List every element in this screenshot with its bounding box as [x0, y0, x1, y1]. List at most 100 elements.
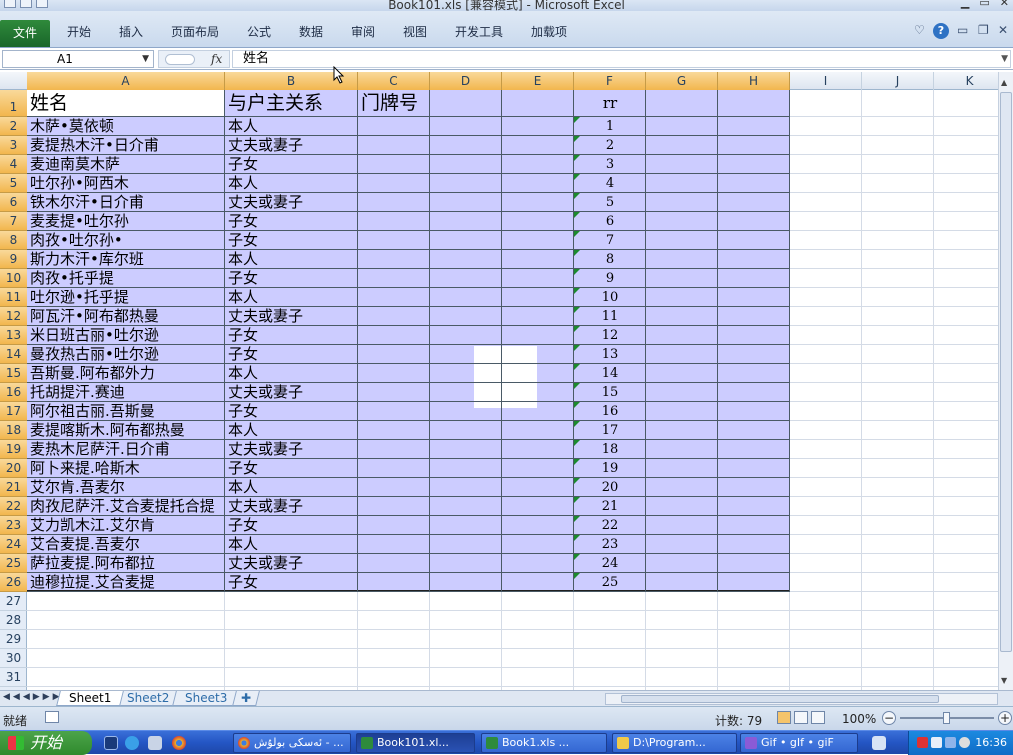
chrome-icon[interactable] — [172, 736, 186, 750]
row-header-27[interactable]: 27 — [0, 592, 27, 611]
cell-name[interactable]: 艾尔肯.吾麦尔 — [30, 478, 230, 497]
cell-name[interactable]: 吐尔逊•托乎提 — [30, 288, 230, 307]
cell-rr[interactable]: 8 — [574, 250, 646, 269]
taskbar-item-folder[interactable]: D:\Program... — [612, 733, 737, 753]
cell-name[interactable]: 麦提热木汗•日介甫 — [30, 136, 230, 155]
zoom-level[interactable]: 100% — [842, 712, 876, 726]
cell-relation[interactable]: 本人 — [228, 421, 258, 440]
cell-name[interactable]: 托胡提汗.赛迪 — [30, 383, 230, 402]
cell-name[interactable]: 迪穆拉提.艾合麦提 — [30, 573, 230, 592]
cell-rr[interactable]: 13 — [574, 345, 646, 364]
normal-view-icon[interactable] — [777, 711, 791, 724]
cell-name[interactable]: 麦迪南莫木萨 — [30, 155, 230, 174]
cell-relation[interactable]: 丈夫或妻子 — [228, 554, 303, 573]
cell-name[interactable]: 艾力凯木江.艾尔肯 — [30, 516, 230, 535]
cell-name[interactable]: 铁木尔汗•日介甫 — [30, 193, 230, 212]
row-header-2[interactable]: 2 — [0, 117, 27, 136]
white-cell-block[interactable] — [474, 346, 537, 408]
horizontal-scrollbar[interactable] — [605, 693, 998, 705]
page-break-view-icon[interactable] — [811, 711, 825, 724]
cell-rr[interactable]: 3 — [574, 155, 646, 174]
cell-name[interactable]: 吾斯曼.阿布都外力 — [30, 364, 230, 383]
macro-record-icon[interactable] — [45, 711, 59, 723]
row-header-9[interactable]: 9 — [0, 250, 27, 269]
cell-rr[interactable]: 1 — [574, 117, 646, 136]
cell-name[interactable]: 肉孜尼萨汗.艾合麦提托合提 — [30, 497, 230, 516]
column-header-j[interactable]: J — [862, 72, 934, 90]
cell-relation[interactable]: 本人 — [228, 117, 258, 136]
taskbar-item-chrome[interactable]: ئەسكى بولۇش - ... — [233, 733, 351, 753]
tab-page-layout[interactable]: 页面布局 — [171, 23, 219, 40]
cell-name[interactable]: 阿瓦汗•阿布都热曼 — [30, 307, 230, 326]
row-header-28[interactable]: 28 — [0, 611, 27, 630]
cell-relation[interactable]: 丈夫或妻子 — [228, 497, 303, 516]
tab-formulas[interactable]: 公式 — [247, 23, 271, 40]
row-header-23[interactable]: 23 — [0, 516, 27, 535]
workbook-close-icon[interactable]: ✕ — [998, 23, 1008, 37]
row-header-31[interactable]: 31 — [0, 668, 27, 687]
tab-data[interactable]: 数据 — [299, 23, 323, 40]
formula-input[interactable]: 姓名 ▼ — [232, 50, 1011, 68]
column-header-i[interactable]: I — [790, 72, 862, 90]
tab-addins[interactable]: 加载项 — [531, 23, 567, 40]
insert-function-icon[interactable]: fx — [211, 52, 222, 66]
cell-name[interactable]: 肉孜•吐尔孙• — [30, 231, 230, 250]
row-header-14[interactable]: 14 — [0, 345, 27, 364]
row-header-30[interactable]: 30 — [0, 649, 27, 668]
ie-icon[interactable] — [125, 736, 139, 750]
row-header-6[interactable]: 6 — [0, 193, 27, 212]
row-header-25[interactable]: 25 — [0, 554, 27, 573]
taskbar-item-book101[interactable]: Book101.xl... — [356, 733, 475, 753]
row-header-10[interactable]: 10 — [0, 269, 27, 288]
taskbar-item-gif[interactable]: Gif • gIf • giF — [740, 733, 858, 753]
horizontal-scroll-thumb[interactable] — [621, 695, 939, 703]
cell-name[interactable]: 萨拉麦提.阿布都拉 — [30, 554, 230, 573]
cell-rr[interactable]: 18 — [574, 440, 646, 459]
cell-rr[interactable]: 9 — [574, 269, 646, 288]
column-header-e[interactable]: E — [502, 72, 574, 90]
cell-relation[interactable]: 本人 — [228, 250, 258, 269]
row-header-18[interactable]: 18 — [0, 421, 27, 440]
cell-name[interactable]: 斯力木汗•库尔班 — [30, 250, 230, 269]
tab-view[interactable]: 视图 — [403, 23, 427, 40]
name-box[interactable]: A1 ▼ — [2, 50, 154, 68]
column-header-f[interactable]: F — [574, 72, 646, 90]
page-layout-view-icon[interactable] — [794, 711, 808, 724]
tab-home[interactable]: 开始 — [67, 23, 91, 40]
cell-name[interactable]: 木萨•莫依顿 — [30, 117, 230, 136]
cell-name[interactable]: 曼孜热古丽•吐尔逊 — [30, 345, 230, 364]
cell-rr[interactable]: 12 — [574, 326, 646, 345]
row-header-17[interactable]: 17 — [0, 402, 27, 421]
row-header-7[interactable]: 7 — [0, 212, 27, 231]
workbook-restore-icon[interactable]: ❐ — [978, 23, 989, 37]
volume-icon[interactable] — [945, 737, 956, 748]
row-header-4[interactable]: 4 — [0, 155, 27, 174]
cell-name[interactable]: 阿尔祖古丽.吾斯曼 — [30, 402, 230, 421]
show-desktop-icon[interactable] — [104, 736, 118, 750]
cell-relation[interactable]: 子女 — [228, 326, 258, 345]
cell-name[interactable]: 麦热木尼萨汗.日介甫 — [30, 440, 230, 459]
tab-file[interactable]: 文件 — [0, 20, 50, 47]
row-header-3[interactable]: 3 — [0, 136, 27, 155]
sheet-tab-3[interactable]: Sheet3 — [172, 691, 241, 706]
cell-relation[interactable]: 本人 — [228, 478, 258, 497]
cell-rr[interactable]: 19 — [574, 459, 646, 478]
header-cell-relation[interactable]: 与户主关系 — [228, 90, 323, 117]
cell-rr[interactable]: 24 — [574, 554, 646, 573]
cell-name[interactable]: 麦提喀斯木.阿布都热曼 — [30, 421, 230, 440]
row-header-29[interactable]: 29 — [0, 630, 27, 649]
network-icon[interactable] — [931, 737, 942, 748]
formula-expand-icon[interactable]: ▼ — [1001, 51, 1008, 67]
row-header-26[interactable]: 26 — [0, 573, 27, 592]
security-icon[interactable] — [917, 737, 928, 748]
cell-relation[interactable]: 子女 — [228, 459, 258, 478]
row-header-1[interactable]: 1 — [0, 90, 27, 117]
maximize-icon[interactable]: ▭ — [979, 0, 989, 9]
cell-relation[interactable]: 子女 — [228, 516, 258, 535]
taskbar-item-book1[interactable]: Book1.xls ... — [481, 733, 607, 753]
worksheet-grid[interactable]: 姓名 与户主关系 门牌号 rr 木萨•莫依顿 本人 1 麦提热木汗•日介甫 丈夫或妻子 2… — [27, 90, 998, 690]
close-icon[interactable]: ✕ — [1000, 0, 1009, 9]
workbook-minimize-icon[interactable]: ▭ — [957, 23, 968, 37]
cell-rr[interactable]: 20 — [574, 478, 646, 497]
cell-relation[interactable]: 子女 — [228, 269, 258, 288]
